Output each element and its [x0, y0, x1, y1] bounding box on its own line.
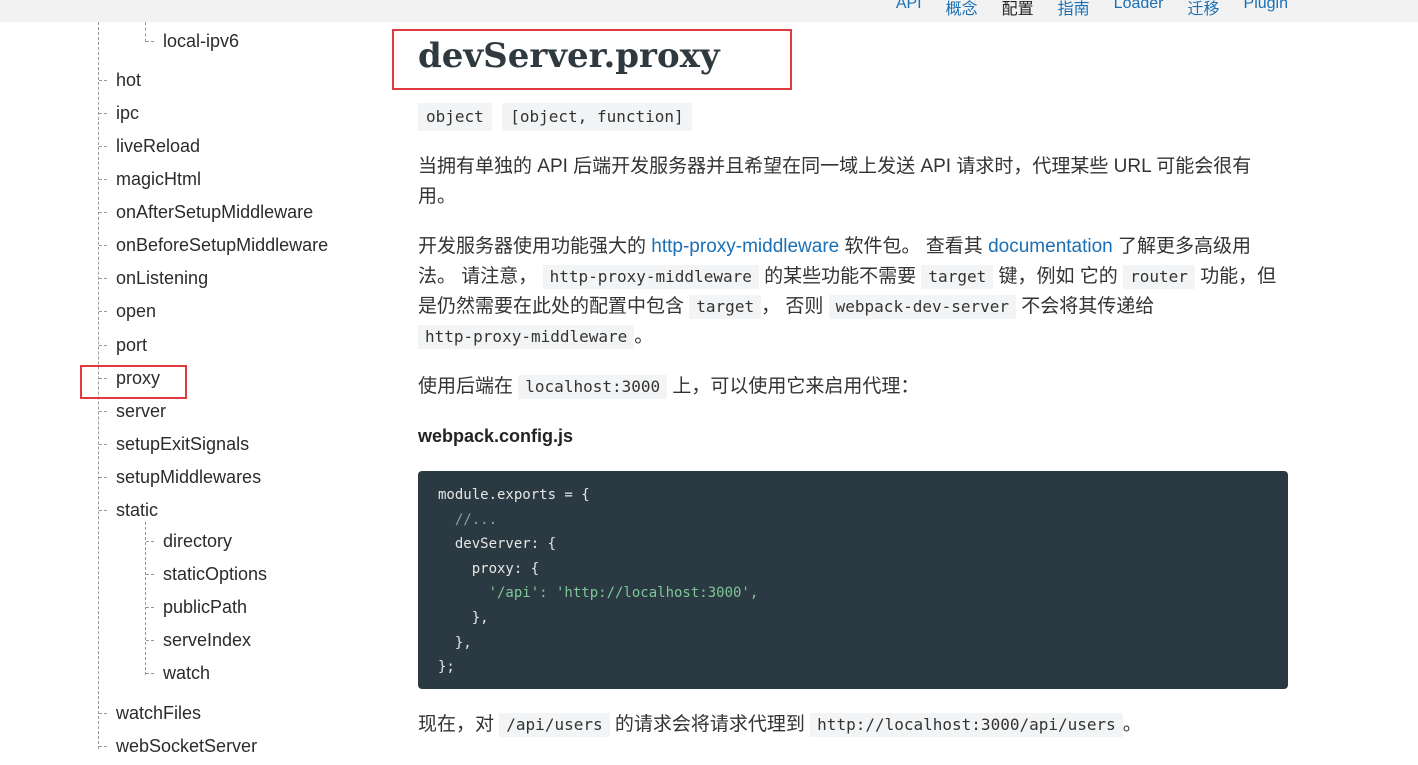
- sidebar-item-livereload[interactable]: liveReload: [116, 135, 200, 157]
- sidebar-item-local-ipv6[interactable]: local-ipv6: [163, 30, 239, 52]
- sidebar-tree: local-ipv6 hot ipc liveReload magicHtml …: [0, 22, 380, 765]
- sidebar-item-magichtml[interactable]: magicHtml: [116, 168, 201, 190]
- sidebar-item-static[interactable]: static: [116, 499, 158, 521]
- sidebar-item-publicpath[interactable]: publicPath: [163, 596, 247, 618]
- top-nav-bar: API 概念 配置 指南 Loader 迁移 Plugin: [0, 0, 1418, 22]
- intro-paragraph: 当拥有单独的 API 后端开发服务器并且希望在同一域上发送 API 请求时，代理…: [418, 156, 1252, 207]
- code-line: //...: [438, 511, 498, 528]
- highlight-box-proxy: [80, 365, 187, 399]
- proxy-middleware-paragraph: 开发服务器使用功能强大的 http-proxy-middleware 软件包。 …: [418, 236, 1277, 349]
- code-line: proxy: {: [438, 560, 540, 577]
- inline-code: localhost:3000: [518, 375, 668, 399]
- sidebar-item-watch[interactable]: watch: [163, 662, 210, 684]
- sidebar-item-onbeforesetupmiddleware[interactable]: onBeforeSetupMiddleware: [116, 234, 328, 256]
- sidebar-item-serveindex[interactable]: serveIndex: [163, 629, 251, 651]
- http-proxy-middleware-link[interactable]: http-proxy-middleware: [651, 236, 839, 257]
- sidebar-item-watchfiles[interactable]: watchFiles: [116, 702, 201, 724]
- nav-concepts[interactable]: 概念: [946, 0, 978, 19]
- inline-code: http://localhost:3000/api/users: [810, 713, 1123, 737]
- sidebar-item-server[interactable]: server: [116, 400, 166, 422]
- inline-code: router: [1123, 265, 1195, 289]
- nav-loaders[interactable]: Loader: [1114, 0, 1164, 19]
- code-line: '/api': 'http://localhost:3000',: [438, 585, 759, 602]
- sidebar-item-port[interactable]: port: [116, 334, 147, 356]
- localhost-paragraph: 使用后端在 localhost:3000 上，可以使用它来启用代理：: [418, 375, 920, 399]
- sidebar-item-websocketserver[interactable]: webSocketServer: [116, 735, 257, 757]
- main-content: devServer.proxy object [object, function…: [390, 22, 1390, 765]
- sidebar-item-staticoptions[interactable]: staticOptions: [163, 563, 267, 585]
- code-line: },: [438, 634, 472, 651]
- inline-code: http-proxy-middleware: [418, 325, 635, 349]
- sidebar-item-ipc[interactable]: ipc: [116, 102, 139, 124]
- code-line: };: [438, 659, 455, 676]
- top-nav: API 概念 配置 指南 Loader 迁移 Plugin: [896, 0, 1288, 19]
- inline-code: target: [921, 265, 994, 289]
- sidebar-item-hot[interactable]: hot: [116, 69, 141, 91]
- code-line: },: [438, 609, 489, 626]
- sidebar-item-open[interactable]: open: [116, 300, 156, 322]
- tree-line: [145, 22, 146, 42]
- sidebar-item-setupmiddlewares[interactable]: setupMiddlewares: [116, 466, 261, 488]
- code-block: module.exports = { //... devServer: { pr…: [418, 471, 1288, 689]
- type-chip-object-function: [object, function]: [502, 103, 692, 131]
- code-line: devServer: {: [438, 536, 557, 553]
- inline-code: /api/users: [499, 713, 610, 737]
- proxy-result-paragraph: 现在，对 /api/users 的请求会将请求代理到 http://localh…: [418, 713, 1142, 737]
- sidebar-item-directory[interactable]: directory: [163, 530, 232, 552]
- page-title: devServer.proxy: [418, 36, 720, 76]
- documentation-link[interactable]: documentation: [988, 236, 1113, 257]
- type-chip-object: object: [418, 103, 492, 131]
- nav-api[interactable]: API: [896, 0, 922, 19]
- sidebar-item-setupexitsignals[interactable]: setupExitSignals: [116, 433, 249, 455]
- nav-plugins[interactable]: Plugin: [1244, 0, 1288, 19]
- nav-guides[interactable]: 指南: [1058, 0, 1090, 19]
- nav-migrate[interactable]: 迁移: [1188, 0, 1220, 19]
- code-filename: webpack.config.js: [418, 426, 574, 446]
- type-badges: object [object, function]: [418, 103, 692, 131]
- code-line: module.exports = {: [438, 487, 590, 503]
- sidebar-item-onlistening[interactable]: onListening: [116, 267, 208, 289]
- inline-code: http-proxy-middleware: [542, 265, 759, 289]
- inline-code: webpack-dev-server: [828, 295, 1017, 319]
- inline-code: target: [689, 295, 762, 319]
- nav-configuration[interactable]: 配置: [1002, 0, 1034, 19]
- tree-line: [145, 522, 146, 675]
- sidebar-item-onaftersetupmiddleware[interactable]: onAfterSetupMiddleware: [116, 201, 313, 223]
